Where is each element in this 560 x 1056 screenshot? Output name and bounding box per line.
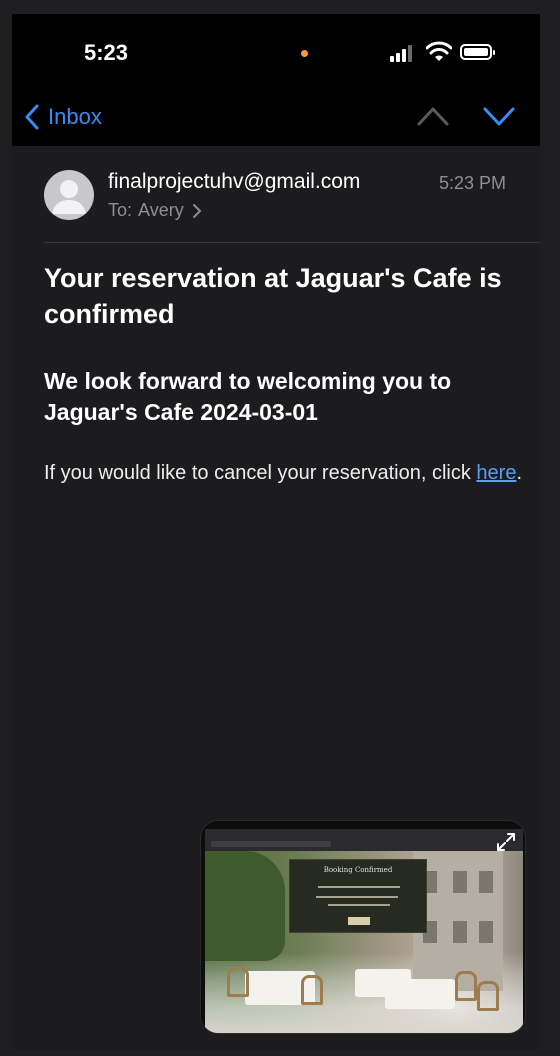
- cellular-signal-icon: [390, 44, 418, 62]
- status-time: 5:23: [84, 40, 129, 65]
- body-suffix: .: [516, 462, 523, 484]
- video-browser-toolbar: [205, 829, 523, 851]
- back-to-inbox-button[interactable]: Inbox: [24, 100, 102, 134]
- expand-icon[interactable]: [495, 831, 517, 853]
- mail-screen: 5:23 Inbox finalprojectuhv@gmail.com 5:2…: [12, 14, 540, 1050]
- body-text: If you would like to cancel your reserva…: [44, 462, 477, 484]
- sender-email[interactable]: finalprojectuhv@gmail.com: [108, 170, 360, 194]
- to-label: To:: [108, 200, 133, 220]
- picture-in-picture-video[interactable]: Booking Confirmed: [200, 820, 526, 1034]
- video-dialog-title: Booking Confirmed: [323, 866, 393, 874]
- person-icon: [52, 180, 86, 214]
- cancel-reservation-link[interactable]: here: [476, 462, 516, 484]
- back-label: Inbox: [48, 104, 102, 129]
- message-subject: Your reservation at Jaguar's Cafe is con…: [44, 263, 502, 329]
- previous-message-button[interactable]: [416, 104, 450, 128]
- recipient-name: Avery: [138, 200, 184, 220]
- header-divider: [44, 242, 540, 243]
- video-frame: Booking Confirmed: [205, 829, 523, 1033]
- recipient-line[interactable]: To: Avery: [108, 200, 202, 221]
- chevron-left-icon: [25, 104, 39, 130]
- battery-icon: [460, 44, 495, 60]
- wifi-icon: [426, 41, 452, 61]
- next-message-button[interactable]: [482, 104, 516, 128]
- message-body: If you would like to cancel your reserva…: [44, 457, 524, 490]
- privacy-indicator-icon: [301, 50, 308, 57]
- message-heading: We look forward to welcoming you to Jagu…: [44, 368, 452, 425]
- message-header: finalprojectuhv@gmail.com 5:23 PM To: Av…: [12, 146, 540, 242]
- message-time: 5:23 PM: [438, 173, 506, 193]
- chevron-right-icon: [192, 203, 202, 218]
- video-dialog: Booking Confirmed: [289, 859, 427, 933]
- avatar[interactable]: [44, 170, 94, 220]
- top-bar: 5:23 Inbox: [12, 14, 540, 146]
